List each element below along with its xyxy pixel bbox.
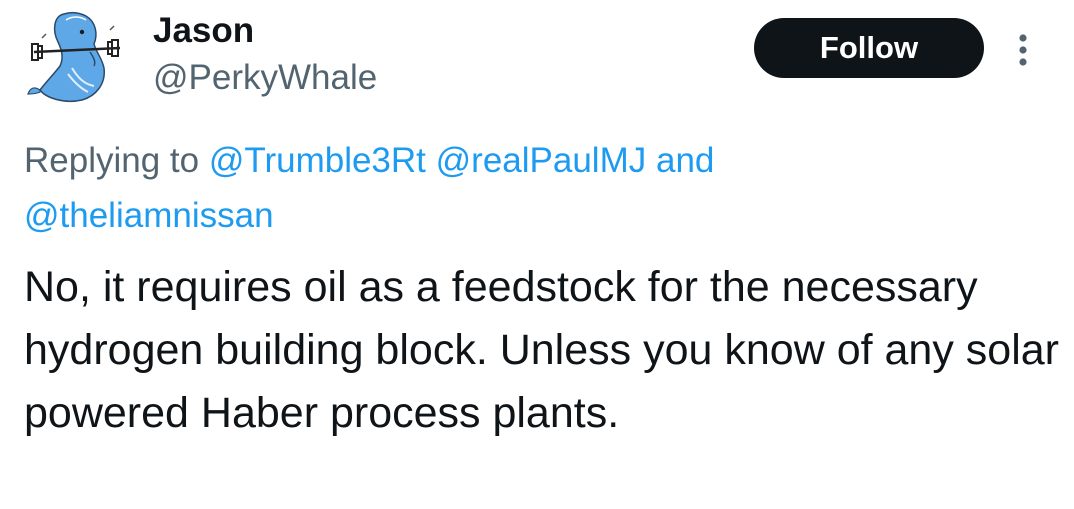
mention-link[interactable]: @realPaulMJ [436,141,647,180]
reply-context: Replying to @Trumble3Rt @realPaulMJ and @… [24,133,1034,243]
more-options-button[interactable] [1008,30,1038,70]
more-vertical-icon [1019,34,1027,66]
tweet-text: No, it requires oil as a feedstock for t… [24,263,1059,437]
whale-lifting-barbell-icon [27,11,121,102]
mention-link[interactable]: @theliamnissan [24,196,274,235]
replying-to-label: Replying to [24,141,200,180]
follow-button[interactable]: Follow [754,18,984,78]
mention-link[interactable]: @Trumble3Rt [209,141,426,180]
user-handle[interactable]: @PerkyWhale [153,57,377,99]
display-name[interactable]: Jason [153,10,254,52]
mention-conjunction[interactable]: and [656,141,714,180]
avatar[interactable] [24,8,132,110]
